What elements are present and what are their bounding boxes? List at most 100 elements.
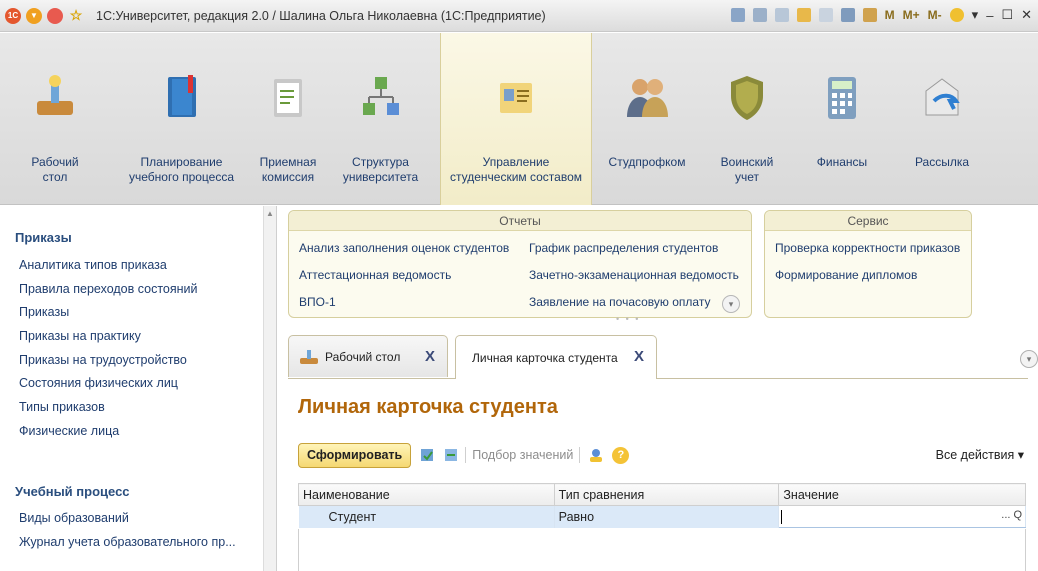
report-link[interactable]: Зачетно-экзаменационная ведомость (529, 268, 739, 282)
history-icon[interactable] (818, 8, 833, 22)
row-name-cell[interactable]: Студент (298, 505, 555, 528)
section-label: Управление (482, 155, 550, 169)
generate-button[interactable]: Сформировать (298, 442, 412, 468)
column-header-comparison[interactable]: Тип сравнения (553, 483, 780, 506)
desk-icon (37, 75, 73, 115)
favorite-star-icon[interactable]: ☆ (68, 7, 84, 24)
section-label: Рабочий (31, 155, 79, 169)
calculator-small-icon[interactable] (840, 8, 855, 22)
section-label: Приемная (259, 155, 317, 169)
desk-small-icon (300, 349, 318, 364)
nav-item[interactable]: Аналитика типов приказа (19, 258, 167, 272)
section-label: Структура (352, 155, 409, 169)
shield-icon (731, 76, 763, 120)
service-link[interactable]: Формирование дипломов (775, 268, 917, 282)
people-icon (627, 79, 668, 117)
sections-panel: Рабочий стол Планирование учебного процесс… (0, 33, 1038, 205)
back-circle-icon[interactable]: ▼ (26, 7, 42, 24)
form-toolbar: Сформировать Подбор значений ? Все дейст… (298, 442, 1028, 468)
help-icon[interactable]: ? (612, 446, 630, 464)
tab-label: Личная карточка студента (472, 350, 618, 365)
section-finance[interactable]: Финансы (792, 33, 892, 205)
tab-close-icon[interactable]: X (425, 348, 435, 365)
command-panel: Отчеты Анализ заполнения оценок студенто… (278, 206, 1038, 324)
nav-item[interactable]: Приказы на практику (19, 329, 141, 343)
row-comparison-cell[interactable]: Равно (554, 505, 780, 528)
reports-more-icon[interactable]: ▾ (722, 295, 740, 313)
nav-item[interactable]: Правила переходов состояний (19, 282, 198, 296)
nav-group-orders: Приказы (15, 230, 72, 245)
search-icon[interactable]: Q (1013, 509, 1022, 521)
tab-close-icon[interactable]: X (634, 348, 644, 365)
save-icon[interactable] (730, 8, 745, 22)
nav-item[interactable]: Приказы на трудоустройство (19, 353, 187, 367)
nav-group-study: Учебный процесс (15, 484, 130, 499)
forward-circle-icon[interactable] (47, 7, 63, 24)
section-label: Воинский (720, 155, 774, 169)
user-settings-icon[interactable] (588, 447, 604, 463)
settings-load-icon[interactable] (443, 447, 459, 463)
tab-student-card[interactable]: Личная карточка студента X (455, 335, 657, 379)
form-title: Личная карточка студента (298, 396, 558, 418)
table-empty-area (298, 529, 1026, 571)
nav-item[interactable]: Виды образований (19, 511, 129, 525)
nav-item[interactable]: Приказы (19, 305, 69, 319)
mail-icon (925, 78, 960, 116)
app-logo-icon[interactable]: 1C (5, 7, 21, 24)
preview-icon[interactable] (774, 8, 789, 22)
info-icon[interactable] (949, 8, 964, 22)
favorites-icon[interactable] (796, 8, 811, 22)
service-box: Сервис Проверка корректности приказов Фо… (764, 210, 972, 318)
select-button[interactable]: ... (1001, 509, 1010, 521)
all-actions-menu[interactable]: Все действия ▾ (936, 447, 1024, 462)
section-students[interactable]: Управление студенческим составом (440, 33, 592, 205)
column-header-value[interactable]: Значение (778, 483, 1026, 506)
table-row[interactable]: Студент Равно ... Q (298, 505, 1026, 528)
tabs-bar: Рабочий стол X Личная карточка студента … (278, 323, 1038, 379)
nav-item[interactable]: Состояния физических лиц (19, 376, 178, 390)
section-label: комиссия (261, 170, 315, 184)
service-link[interactable]: Проверка корректности приказов (775, 241, 960, 255)
section-admission[interactable]: Приемная комиссия (253, 33, 323, 205)
print-icon[interactable] (752, 8, 767, 22)
dropdown-icon[interactable]: ▾ (972, 7, 979, 23)
id-card-icon (500, 83, 532, 113)
report-form: Личная карточка студента Сформировать По… (288, 379, 1038, 571)
nav-item[interactable]: Типы приказов (19, 400, 105, 414)
column-header-name[interactable]: Наименование (298, 483, 555, 506)
close-icon[interactable]: ✕ (1021, 7, 1032, 23)
section-label: учет (734, 170, 760, 184)
report-link[interactable]: График распределения студентов (529, 241, 718, 255)
memory-minus-button[interactable]: M- (928, 8, 942, 22)
scroll-up-icon[interactable]: ▲ (266, 209, 274, 218)
section-mailing[interactable]: Рассылка (892, 33, 992, 205)
calculator-icon (828, 77, 856, 119)
section-planning[interactable]: Планирование учебного процесса (110, 33, 253, 205)
reports-box: Отчеты Анализ заполнения оценок студенто… (288, 210, 752, 318)
tabs-menu-icon[interactable]: ▾ (1020, 350, 1038, 368)
section-label: студенческим составом (449, 170, 582, 184)
section-union[interactable]: Студпрофком (592, 33, 702, 205)
report-link[interactable]: Анализ заполнения оценок студентов (299, 241, 509, 255)
section-desktop[interactable]: Рабочий стол (0, 33, 110, 205)
section-structure[interactable]: Структура университета (323, 33, 438, 205)
report-link[interactable]: Аттестационная ведомость (299, 268, 451, 282)
memory-button[interactable]: M (885, 8, 895, 22)
maximize-icon[interactable]: ☐ (1001, 7, 1013, 23)
tab-desktop[interactable]: Рабочий стол X (288, 335, 448, 377)
settings-table: Наименование Тип сравнения Значение Студ… (298, 483, 1026, 528)
row-value-input[interactable]: ... Q (778, 505, 1026, 528)
calendar-icon[interactable] (862, 8, 877, 22)
memory-plus-button[interactable]: M+ (903, 8, 920, 22)
report-link[interactable]: Заявление на почасовую оплату (529, 295, 710, 309)
minimize-icon[interactable]: – (986, 8, 993, 23)
nav-item[interactable]: Физические лица (19, 424, 119, 438)
nav-item[interactable]: Журнал учета образовательного пр... (19, 535, 236, 549)
reports-title: Отчеты (289, 211, 751, 231)
report-link[interactable]: ВПО-1 (299, 295, 336, 309)
pick-values-button[interactable]: Подбор значений (472, 448, 573, 462)
nav-scrollbar[interactable]: ▲ (263, 206, 276, 571)
section-military[interactable]: Воинский учет (702, 33, 792, 205)
settings-save-icon[interactable] (419, 447, 435, 463)
section-label: Рассылка (914, 155, 970, 169)
